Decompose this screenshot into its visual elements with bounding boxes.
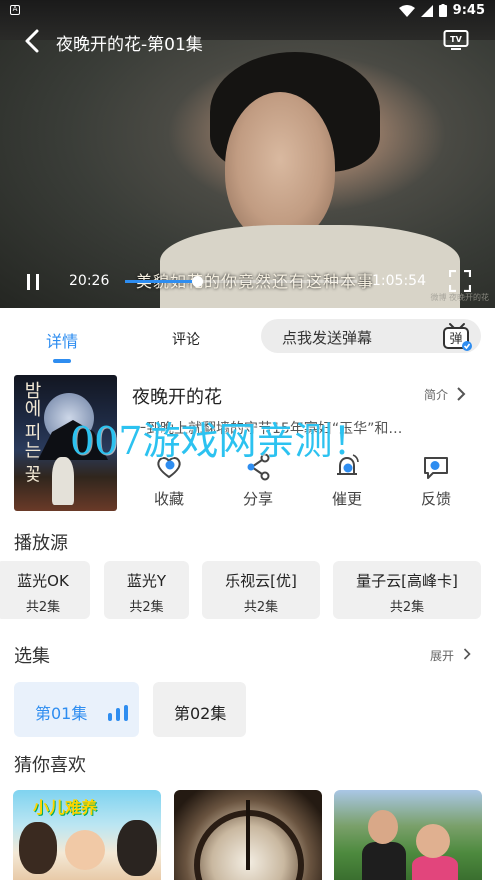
source-count: 共2集 [129, 600, 164, 615]
video-scene-face [225, 92, 335, 242]
tab-comment[interactable]: 评论 [172, 329, 200, 349]
wifi-icon [398, 4, 415, 17]
action-label: 反馈 [420, 490, 451, 508]
video-title: 夜晚开的花-第01集 [56, 35, 203, 55]
detail-tabs: 详情 评论 点我发送弹幕 弹 [0, 308, 495, 368]
playing-bars-icon [108, 703, 130, 721]
feedback-icon [424, 457, 448, 479]
source-item-languang-y[interactable]: 蓝光Y 共2集 [104, 561, 189, 619]
source-name: 蓝光Y [126, 572, 167, 590]
rec-person [19, 822, 57, 874]
battery-icon [438, 4, 447, 17]
tv-cast-icon[interactable]: TV [443, 29, 469, 51]
fullscreen-icon[interactable] [449, 270, 471, 292]
back-icon[interactable] [20, 28, 44, 54]
intro-link[interactable]: 简介 [424, 386, 448, 403]
video-player[interactable]: A 9:45 夜晚开的花-第01集 TV 美貌如花的你竟然还有这种本事 20:2… [0, 0, 495, 308]
urge-update-button[interactable]: 催更 [307, 452, 387, 509]
rec-clock-hand [246, 800, 250, 870]
rec-person [412, 856, 458, 880]
source-list: 蓝光OK 共2集 蓝光Y 共2集 乐视云[优] 共2集 量子云[高峰卡] 共2集 [0, 561, 495, 619]
status-bar: A 9:45 [0, 0, 495, 22]
progress-slider[interactable] [125, 276, 357, 287]
rec-baby [65, 830, 105, 870]
episodes-title: 选集 [14, 646, 50, 667]
action-label: 分享 [242, 490, 273, 508]
expand-episodes[interactable]: 展开 [430, 647, 454, 664]
svg-text:TV: TV [450, 35, 462, 44]
rec-person-head [416, 824, 450, 858]
chevron-right-icon[interactable] [455, 385, 467, 403]
progress-knob[interactable] [191, 276, 203, 287]
recommend-list: 小儿难养 [0, 790, 495, 880]
heart-icon [157, 457, 181, 479]
rec-person [362, 842, 406, 880]
source-name: 量子云[高峰卡] [356, 572, 458, 590]
current-time: 20:26 [69, 273, 110, 289]
source-count: 共2集 [389, 600, 425, 615]
feedback-button[interactable]: 反馈 [396, 452, 476, 509]
chevron-right-icon[interactable] [462, 646, 472, 662]
danmu-toggle-icon[interactable]: 弹 [441, 320, 473, 352]
bell-icon [337, 454, 359, 475]
video-corner-watermark: 微博 夜晚开的花 [430, 293, 489, 302]
share-icon [247, 453, 270, 481]
rec-title-art: 小儿难养 [33, 798, 98, 817]
show-poster[interactable]: 밤에 피는 꽃 [14, 375, 117, 511]
status-time: 9:45 [452, 3, 485, 18]
source-item-liangziyun[interactable]: 量子云[高峰卡] 共2集 [333, 561, 481, 619]
progress-fill [125, 280, 197, 283]
source-name: 蓝光OK [17, 572, 69, 590]
action-label: 收藏 [153, 490, 184, 508]
tab-detail[interactable]: 详情 [46, 328, 78, 352]
show-title: 夜晚开的花 [132, 387, 222, 408]
player-topbar: 夜晚开的花-第01集 TV [0, 24, 495, 58]
notification-a-icon: A [10, 5, 20, 15]
source-count: 共2集 [25, 600, 61, 615]
danmu-placeholder: 点我发送弹幕 [282, 329, 373, 347]
recommend-title: 猜你喜欢 [14, 755, 86, 776]
danmu-badge-text: 弹 [449, 332, 462, 347]
rec-person [117, 820, 157, 876]
episode-item-02[interactable]: 第02集 [153, 682, 246, 737]
episode-label: 第01集 [35, 704, 88, 723]
tab-active-indicator [53, 359, 71, 363]
signal-icon [420, 4, 433, 17]
episode-item-01[interactable]: 第01集 [14, 682, 139, 737]
action-label: 催更 [331, 490, 362, 508]
show-description: 一到晚上就翻墙的守节15年寡妇“玉华”和… [132, 421, 403, 437]
poster-figure [52, 457, 74, 505]
source-item-leshiyun[interactable]: 乐视云[优] 共2集 [202, 561, 320, 619]
recommend-card[interactable]: 小儿难养 [13, 790, 161, 880]
poster-calligraphy: 밤에 피는 꽃 [21, 381, 42, 483]
recommend-card[interactable] [334, 790, 482, 880]
player-controls: 20:26 1:05:54 [0, 266, 495, 296]
pause-button[interactable] [27, 274, 41, 290]
action-bar: 收藏 分享 催更 反馈 [126, 452, 486, 512]
sources-title: 播放源 [14, 533, 68, 554]
rec-person-head [368, 810, 398, 844]
source-item-languang-ok[interactable]: 蓝光OK 共2集 [0, 561, 90, 619]
total-time: 1:05:54 [372, 273, 426, 289]
share-button[interactable]: 分享 [218, 452, 298, 509]
recommend-card[interactable] [174, 790, 322, 880]
danmu-input[interactable]: 点我发送弹幕 弹 [261, 319, 481, 353]
favorite-button[interactable]: 收藏 [129, 452, 209, 509]
episode-label: 第02集 [174, 704, 227, 723]
source-count: 共2集 [243, 600, 279, 615]
source-name: 乐视云[优] [225, 572, 297, 590]
